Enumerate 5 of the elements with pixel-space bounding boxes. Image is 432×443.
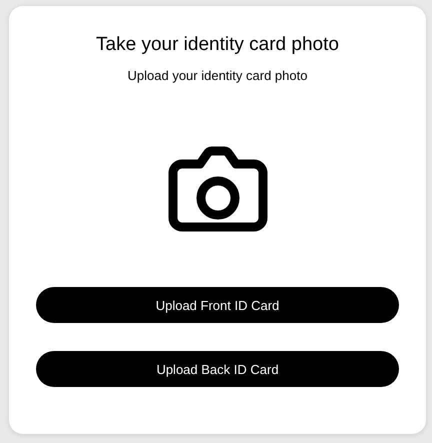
subtitle: Upload your identity card photo: [128, 68, 308, 84]
page-title: Take your identity card photo: [96, 34, 339, 56]
upload-button[interactable]: Upload Front ID Card: [36, 287, 399, 323]
camera-icon: [168, 146, 268, 232]
upload-button[interactable]: Upload Back ID Card: [36, 351, 399, 387]
